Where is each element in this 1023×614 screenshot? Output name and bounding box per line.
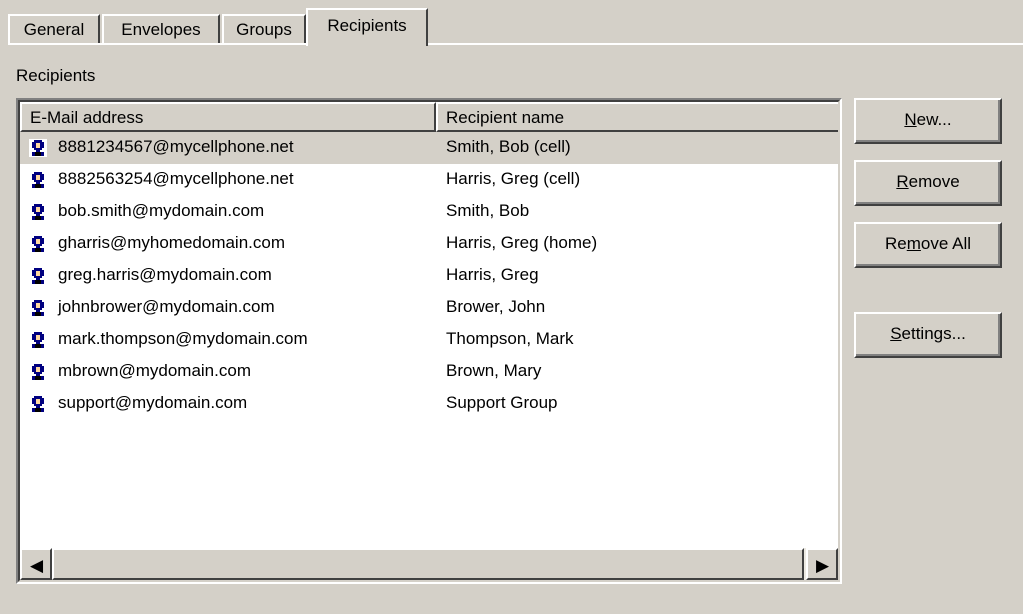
table-row[interactable]: mark.thompson@mydomain.com Thompson, Mark [20,324,838,356]
recipient-name-cell: Smith, Bob [446,201,530,220]
right-arrow-icon: ▶ [816,556,830,575]
recipient-name-cell: Harris, Greg (cell) [446,169,581,188]
table-row[interactable]: johnbrower@mydomain.com Brower, John [20,292,838,324]
email-cell: bob.smith@mydomain.com [58,201,265,220]
recipients-list[interactable]: E-Mail address Recipient name 8881234567… [16,98,842,584]
email-cell: greg.harris@mydomain.com [58,265,272,284]
recipient-name-cell: Smith, Bob (cell) [446,137,571,156]
table-row[interactable]: 8882563254@mycellphone.net Harris, Greg (… [20,164,838,196]
contact-icon [28,234,48,254]
tab-divider [8,43,1023,45]
recipient-name-cell: Brower, John [446,297,546,316]
contact-icon [28,298,48,318]
email-cell: 8881234567@mycellphone.net [58,137,294,156]
new-button[interactable]: New... [854,98,1002,144]
tab-label: Recipients [327,16,407,35]
remove-button[interactable]: Remove [854,160,1002,206]
tab-general[interactable]: General [8,14,100,44]
email-cell: mbrown@mydomain.com [58,361,251,380]
recipients-label: Recipients [16,66,96,85]
settings-button[interactable]: Settings... [854,312,1002,358]
contact-icon [28,202,48,222]
recipient-name-cell: Harris, Greg (home) [446,233,598,252]
tab-groups[interactable]: Groups [222,14,306,44]
contact-icon [28,362,48,382]
email-cell: johnbrower@mydomain.com [58,297,275,316]
contact-icon [28,138,48,158]
table-row[interactable]: greg.harris@mydomain.com Harris, Greg [20,260,838,292]
scroll-thumb[interactable] [52,548,804,580]
list-header: E-Mail address Recipient name [20,102,838,132]
scroll-left-button[interactable]: ◀ [20,548,52,580]
list-rows: 8881234567@mycellphone.net Smith, Bob (ce… [20,132,838,420]
contact-icon [28,394,48,414]
email-cell: support@mydomain.com [58,393,248,412]
horizontal-scrollbar[interactable]: ◀ ▶ [20,548,838,580]
tab-envelopes[interactable]: Envelopes [102,14,220,44]
contact-icon [28,170,48,190]
recipient-name-cell: Support Group [446,393,558,412]
tab-label: Envelopes [121,20,201,39]
recipient-name-cell: Thompson, Mark [446,329,574,348]
tab-label: Groups [236,20,292,39]
recipient-name-cell: Harris, Greg [446,265,539,284]
table-row[interactable]: bob.smith@mydomain.com Smith, Bob [20,196,838,228]
recipient-name-cell: Brown, Mary [446,361,542,380]
email-cell: gharris@myhomedomain.com [58,233,286,252]
table-row[interactable]: gharris@myhomedomain.com Harris, Greg (ho… [20,228,838,260]
tab-label: General [23,20,85,39]
contact-icon [28,266,48,286]
remove-all-button[interactable]: Remove All [854,222,1002,268]
scroll-right-button[interactable]: ▶ [806,548,838,580]
column-header-email[interactable]: E-Mail address [20,102,436,132]
email-cell: mark.thompson@mydomain.com [58,329,308,348]
table-row[interactable]: support@mydomain.com Support Group [20,388,838,420]
column-header-name[interactable]: Recipient name [436,102,838,132]
table-row[interactable]: 8881234567@mycellphone.net Smith, Bob (ce… [20,132,838,164]
table-row[interactable]: mbrown@mydomain.com Brown, Mary [20,356,838,388]
contact-icon [28,330,48,350]
email-cell: 8882563254@mycellphone.net [58,169,294,188]
tab-recipients[interactable]: Recipients [306,8,428,46]
left-arrow-icon: ◀ [30,556,44,575]
